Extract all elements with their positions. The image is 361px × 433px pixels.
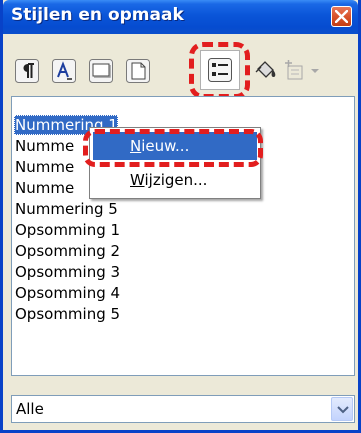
style-family-toolbar — [3, 34, 358, 99]
style-filter-value: Alle — [16, 400, 44, 418]
close-icon — [335, 10, 348, 23]
annotation-highlight-new-menu-item — [83, 129, 263, 167]
style-filter-select[interactable]: Alle — [11, 395, 355, 423]
close-button[interactable] — [331, 6, 352, 27]
new-style-from-selection-button[interactable] — [282, 58, 308, 84]
frame-styles-icon — [89, 59, 113, 83]
chevron-down-icon — [337, 406, 349, 414]
new-style-dropdown-button[interactable] — [308, 58, 322, 84]
list-item[interactable]: Opsomming 2 — [14, 241, 120, 261]
style-filter-dropdown-button[interactable] — [331, 397, 353, 421]
list-item[interactable]: Opsomming 3 — [14, 262, 120, 282]
menu-item-edit-label: ijzigen... — [144, 171, 208, 189]
page-styles-button[interactable] — [125, 58, 151, 84]
character-styles-button[interactable] — [51, 58, 77, 84]
paragraph-styles-button[interactable] — [14, 58, 40, 84]
window-title: Stijlen en opmaak — [11, 5, 184, 25]
list-item[interactable]: Numme — [14, 136, 74, 156]
character-styles-icon — [52, 59, 76, 83]
fill-format-mode-icon — [255, 61, 276, 78]
menu-item-edit-accelerator: W — [130, 171, 145, 189]
styles-and-formatting-window: Stijlen en opmaak Nummering 1 Numme Numm… — [0, 0, 361, 433]
list-item[interactable]: Opsomming 4 — [14, 283, 120, 303]
menu-item-edit[interactable]: Wijzigen... — [93, 166, 257, 194]
list-item[interactable]: Numme — [14, 178, 74, 198]
list-item[interactable]: Numme — [14, 157, 74, 177]
annotation-highlight-list-styles — [189, 42, 250, 99]
title-bar[interactable]: Stijlen en opmaak — [3, 0, 358, 34]
list-item[interactable]: Nummering 5 — [14, 199, 118, 219]
new-style-from-selection-icon — [285, 60, 303, 80]
fill-format-mode-button[interactable] — [252, 58, 278, 84]
chevron-down-icon — [311, 69, 319, 73]
list-item[interactable]: Opsomming 5 — [14, 304, 120, 324]
frame-styles-button[interactable] — [88, 58, 114, 84]
list-item[interactable]: Opsomming 1 — [14, 220, 120, 240]
page-styles-icon — [126, 59, 150, 83]
paragraph-styles-icon — [15, 59, 39, 83]
